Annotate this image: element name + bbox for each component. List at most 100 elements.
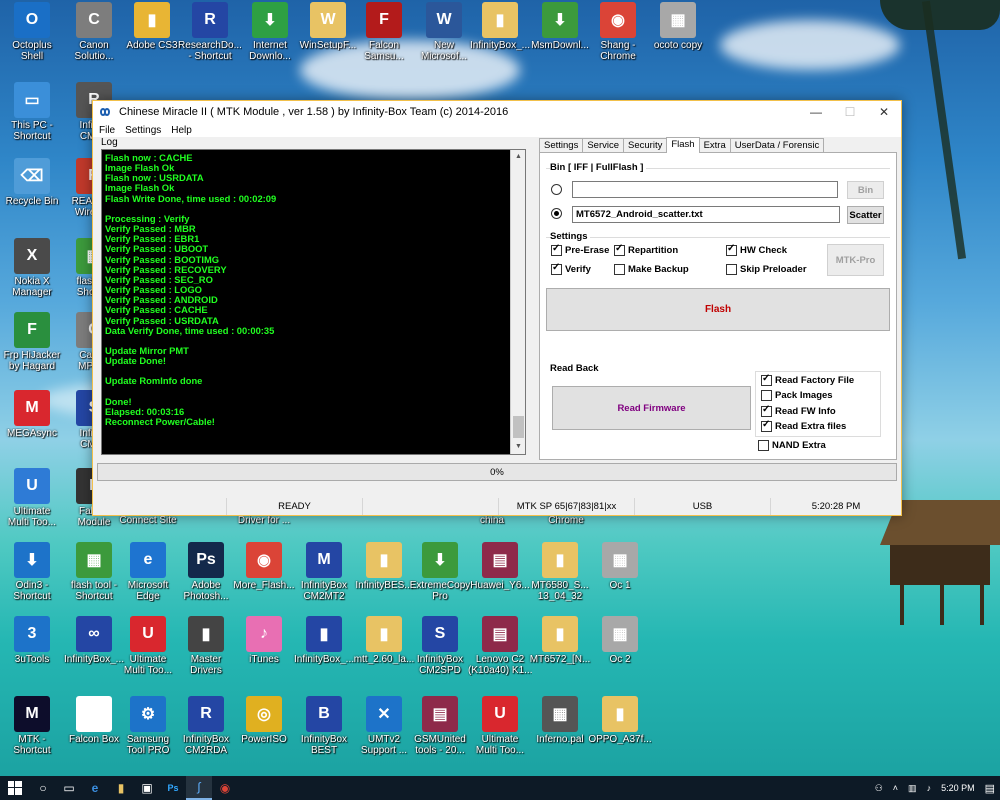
desktop-icon[interactable]: ▮ InfinityBox_... — [292, 616, 356, 665]
desktop-icon[interactable]: M MEGAsync — [0, 390, 64, 439]
menu-settings[interactable]: Settings — [125, 125, 161, 136]
desktop-icon[interactable]: O Octoplus Shell — [0, 2, 64, 62]
checkbox-box[interactable] — [761, 419, 772, 432]
desktop-icon[interactable]: S InfinityBox CM2SPD — [408, 616, 472, 676]
desktop-icon[interactable]: U Ultimate Multi Too... — [468, 696, 532, 756]
desktop-icon[interactable]: ▦ Oc 2 — [588, 616, 652, 665]
tab-userdata-forensic[interactable]: UserData / Forensic — [729, 138, 825, 153]
read-firmware-button[interactable]: Read Firmware — [552, 386, 751, 430]
scroll-down-icon[interactable]: ▼ — [511, 440, 525, 454]
store-icon[interactable]: ▣ — [134, 776, 160, 800]
desktop-icon[interactable]: M MTK - Shortcut — [0, 696, 64, 756]
desktop-icon[interactable]: ▮ Master Drivers — [174, 616, 238, 676]
desktop-icon[interactable]: ◉ More_Flash... — [232, 542, 296, 591]
desktop-icon[interactable]: ⬇ Internet Downlo... — [238, 2, 302, 62]
search-icon[interactable]: ○ — [30, 776, 56, 800]
desktop-icon[interactable]: china — [460, 515, 524, 526]
scatter-path-field[interactable]: MT6572_Android_scatter.txt — [572, 206, 840, 223]
minimize-button[interactable]: — — [799, 101, 833, 123]
network-icon[interactable]: ▥ — [908, 783, 917, 794]
desktop-icon[interactable]: Ps Adobe Photosh... — [174, 542, 238, 602]
scatter-button[interactable]: Scatter — [847, 206, 884, 224]
desktop-icon[interactable]: X Nokia X Manager — [0, 238, 64, 298]
checkbox-box[interactable] — [726, 264, 737, 275]
desktop-icon[interactable]: Driver for ... — [232, 515, 296, 526]
tab-settings[interactable]: Settings — [539, 138, 584, 153]
edge-icon[interactable]: e — [82, 776, 108, 800]
skip-preloader-checkbox[interactable]: Skip Preloader — [726, 264, 807, 275]
desktop-icon[interactable]: Chrome — [534, 515, 598, 526]
desktop-icon[interactable]: ✕ UMTv2 Support ... — [352, 696, 416, 756]
desktop-icon[interactable]: ▮ mtt_2.60_la... — [352, 616, 416, 665]
hw-check-checkbox[interactable]: HW Check — [726, 243, 787, 256]
desktop-icon[interactable]: U Ultimate Multi Too... — [0, 468, 64, 528]
desktop-icon[interactable]: U Ultimate Multi Too... — [116, 616, 180, 676]
checkbox-box[interactable] — [758, 440, 769, 451]
photoshop-icon[interactable]: Ps — [160, 776, 186, 800]
desktop-icon[interactable]: ▮ Adobe CS3 — [120, 2, 184, 51]
notification-icon[interactable]: ▤ — [985, 782, 995, 795]
desktop-icon[interactable]: F Frp HiJacker by Hagard — [0, 312, 64, 372]
title-bar[interactable]: Chinese Miracle II ( MTK Module , ver 1.… — [93, 101, 901, 123]
checkbox-box[interactable] — [614, 264, 625, 275]
desktop-icon[interactable]: C Canon Solutio... — [62, 2, 126, 62]
desktop-icon[interactable]: ⚙ Samsung Tool PRO — [116, 696, 180, 756]
tab-extra[interactable]: Extra — [698, 138, 731, 153]
start-icon[interactable] — [0, 776, 30, 800]
pre-erase-checkbox[interactable]: Pre-Erase — [551, 243, 609, 256]
tab-service[interactable]: Service — [582, 138, 625, 153]
read-extra-files-checkbox[interactable]: Read Extra files — [761, 419, 846, 432]
desktop-icon[interactable]: ▦ Oc 1 — [588, 542, 652, 591]
log-console[interactable]: Flash now : CACHE Image Flash Ok Flash n… — [101, 149, 526, 455]
scatter-radio[interactable] — [551, 208, 562, 219]
desktop-icon[interactable]: ▮ InfinityBox_... — [468, 2, 532, 51]
desktop-icon[interactable]: ⌫ Recycle Bin — [0, 158, 64, 207]
flash-button[interactable]: Flash — [546, 288, 890, 331]
desktop-icon[interactable]: ▦ ocoto copy — [646, 2, 710, 51]
bin-button[interactable]: Bin — [847, 181, 884, 199]
checkbox-box[interactable] — [614, 243, 625, 256]
nand-extra-checkbox[interactable]: NAND Extra — [758, 440, 826, 451]
desktop-icon[interactable]: ◎ PowerISO — [232, 696, 296, 745]
menu-file[interactable]: File — [99, 125, 115, 136]
desktop-icon[interactable]: ▮ OPPO_A37f... — [588, 696, 652, 745]
explorer-icon[interactable]: ▮ — [108, 776, 134, 800]
scroll-thumb[interactable] — [513, 416, 524, 438]
desktop-icon[interactable]: ▮ InfinityBES... — [352, 542, 416, 591]
menu-help[interactable]: Help — [171, 125, 192, 136]
desktop-icon[interactable]: W New Microsof... — [412, 2, 476, 62]
desktop-icon[interactable]: ▦ Inferno.pal — [528, 696, 592, 745]
log-scrollbar[interactable]: ▲ ▼ — [510, 150, 525, 454]
desktop-icon[interactable]: ⬇ Odin3 - Shortcut — [0, 542, 64, 602]
verify-checkbox[interactable]: Verify — [551, 262, 591, 275]
desktop-icon[interactable]: B InfinityBox BEST — [292, 696, 356, 756]
pack-images-checkbox[interactable]: Pack Images — [761, 390, 833, 401]
desktop-icon[interactable]: ▤ Lenovo C2 (K10a40) K1... — [468, 616, 532, 676]
desktop-icon[interactable]: ◉ Shang - Chrome — [586, 2, 650, 62]
volume-icon[interactable]: ♪ — [927, 783, 932, 793]
bin-path-field[interactable] — [572, 181, 838, 198]
desktop-icon[interactable]: ♪ iTunes — [232, 616, 296, 665]
desktop-icon[interactable]: R InfinityBox CM2RDA — [174, 696, 238, 756]
chrome-icon[interactable]: ◉ — [212, 776, 238, 800]
show-hidden-icons-icon[interactable]: ˄ — [893, 783, 898, 793]
desktop-icon[interactable]: ▭ This PC - Shortcut — [0, 82, 64, 142]
desktop-icon[interactable]: ▤ GSMUnited tools - 20... — [408, 696, 472, 756]
clock[interactable]: 5:20 PM — [941, 783, 975, 793]
miracle-icon[interactable]: ∫ — [186, 776, 212, 800]
scroll-up-icon[interactable]: ▲ — [511, 150, 525, 164]
desktop-icon[interactable]: ▮ MT6580_S... 13_04_32 — [528, 542, 592, 602]
desktop-icon[interactable]: ▤ Huawei_Y6... — [468, 542, 532, 591]
people-icon[interactable]: ⚇ — [875, 783, 883, 794]
bin-radio[interactable] — [551, 184, 562, 195]
checkbox-box[interactable] — [761, 404, 772, 417]
checkbox-box[interactable] — [551, 243, 562, 256]
checkbox-box[interactable] — [551, 262, 562, 275]
make-backup-checkbox[interactable]: Make Backup — [614, 264, 689, 275]
tab-flash[interactable]: Flash — [666, 137, 700, 153]
desktop-icon[interactable]: ⬇ ExtremeCopy Pro — [408, 542, 472, 602]
repartition-checkbox[interactable]: Repartition — [614, 243, 678, 256]
tab-security[interactable]: Security — [623, 138, 668, 153]
maximize-button[interactable]: ☐ — [833, 101, 867, 123]
desktop-icon[interactable]: Connect Site — [116, 515, 180, 526]
